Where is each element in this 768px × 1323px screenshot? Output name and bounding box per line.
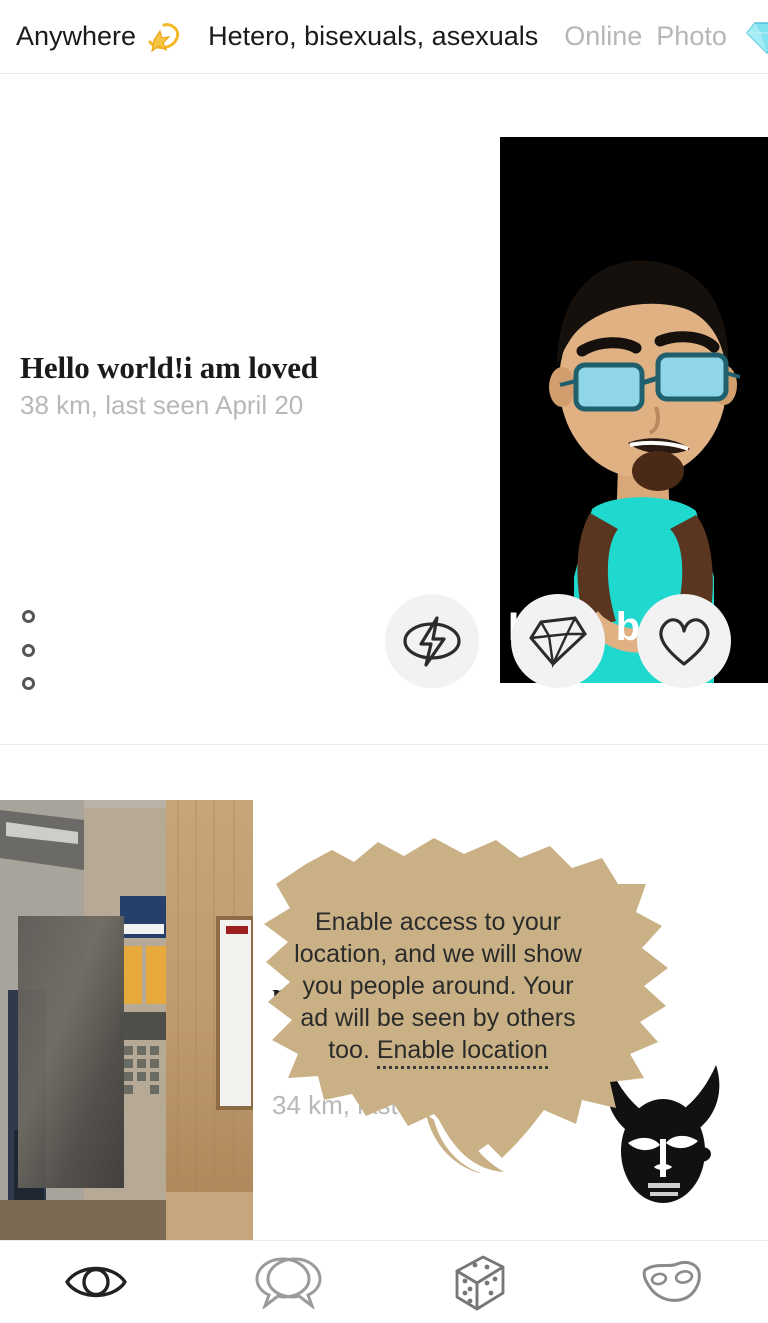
blurred-person-photo	[0, 800, 253, 1240]
profile-card-1[interactable]: I'm ... be Hello world!i am loved 38 km,…	[0, 74, 768, 744]
tooltip-content: Enable access to your location, and we w…	[288, 906, 588, 1069]
kebab-menu-icon[interactable]	[18, 610, 38, 690]
filter-orientation[interactable]: Hetero, bisexuals, asexuals	[208, 23, 538, 50]
zap-button[interactable]	[385, 594, 479, 688]
card-2-photo[interactable]	[0, 800, 253, 1240]
mask-icon	[642, 1260, 701, 1302]
diamond-icon	[529, 616, 587, 669]
nav-profile[interactable]	[576, 1241, 768, 1323]
filter-location[interactable]: Anywhere	[16, 23, 136, 50]
card-1-meta: 38 km, last seen April 20	[20, 390, 304, 420]
like-button[interactable]	[637, 594, 731, 688]
enable-location-tooltip[interactable]: Enable access to your location, and we w…	[258, 828, 678, 1173]
speech-bubbles-icon	[255, 1257, 322, 1309]
nav-browse[interactable]	[0, 1241, 192, 1323]
filter-photo[interactable]: Photo	[656, 23, 727, 50]
enable-location-link[interactable]: Enable location	[376, 1036, 548, 1069]
gem-button[interactable]	[511, 594, 605, 688]
nav-chats[interactable]	[192, 1241, 384, 1323]
lightning-bolt-icon	[403, 616, 461, 667]
bottom-nav	[0, 1240, 768, 1323]
filter-online[interactable]: Online	[564, 23, 642, 50]
card-1-title: Hello world!i am loved	[20, 350, 318, 385]
comet-icon	[148, 22, 180, 52]
eye-icon	[65, 1266, 127, 1298]
filter-bar: Anywhere Hetero, bisexuals, asexuals Onl…	[0, 0, 768, 74]
gem-icon[interactable]	[745, 17, 768, 57]
dice-icon	[455, 1255, 505, 1311]
app-root: Anywhere Hetero, bisexuals, asexuals Onl…	[0, 0, 768, 1323]
heart-icon	[659, 618, 710, 666]
nav-game[interactable]	[384, 1241, 576, 1323]
